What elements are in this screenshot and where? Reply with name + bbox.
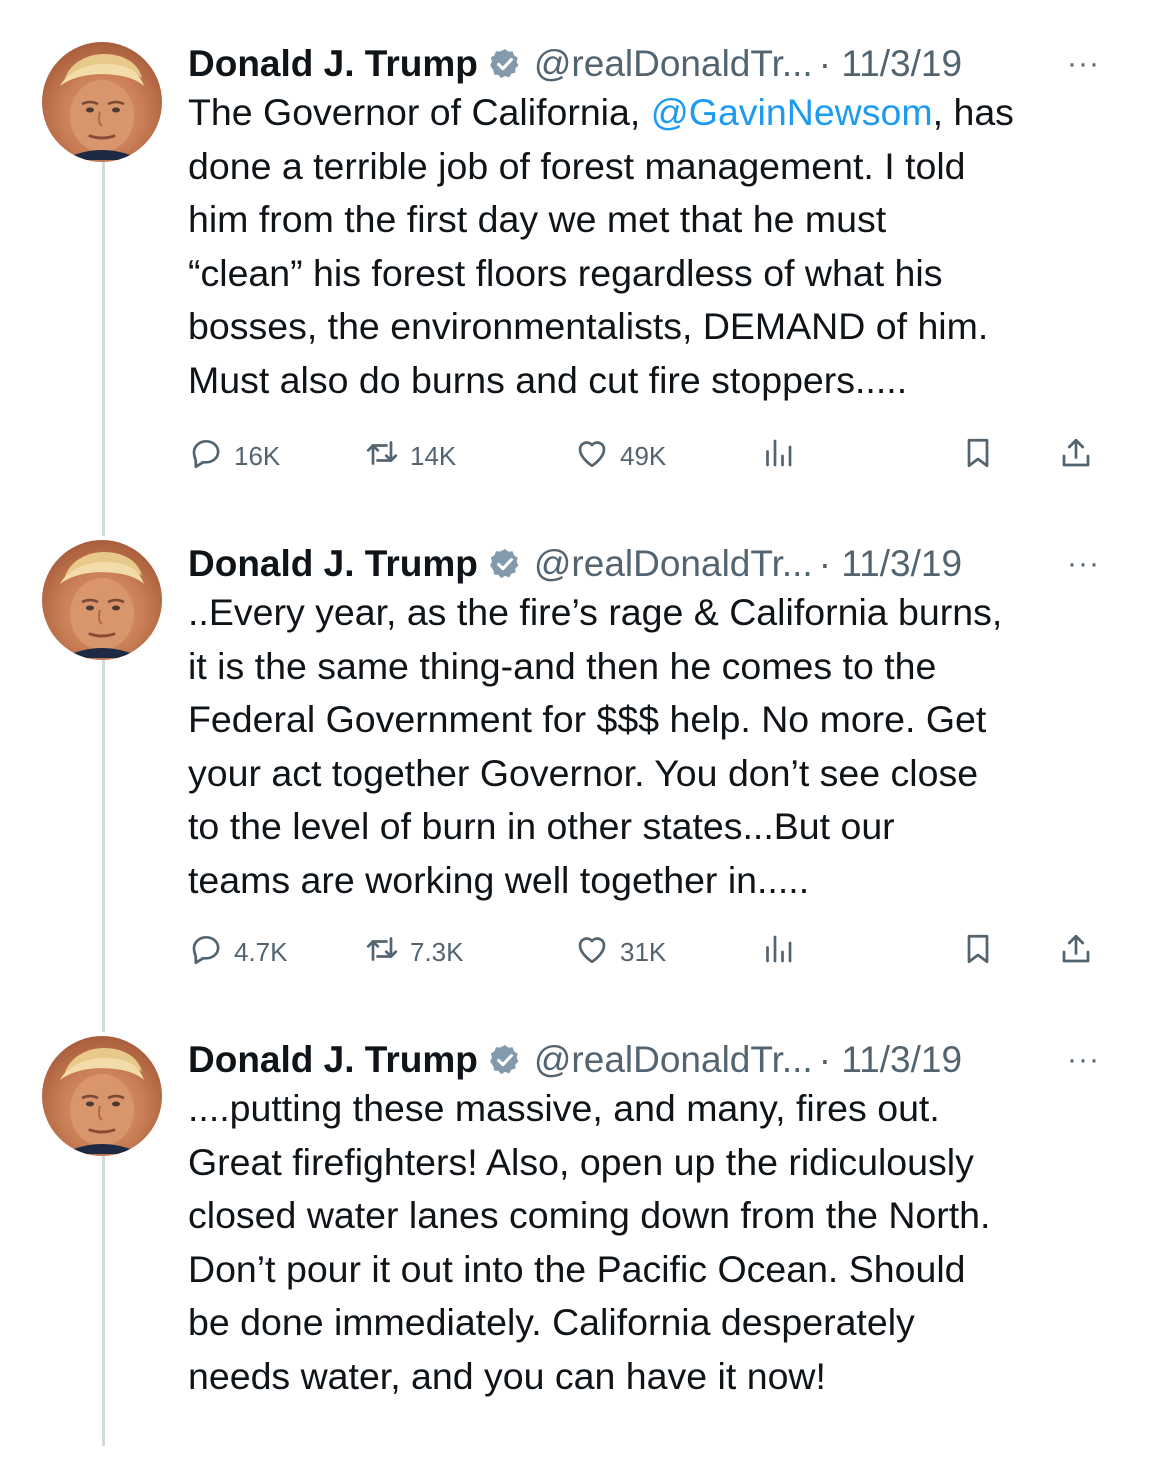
handle[interactable]: @realDonaldTr...: [534, 43, 813, 85]
heart-icon: [574, 435, 620, 478]
display-name[interactable]: Donald J. Trump: [188, 43, 478, 85]
views-button[interactable]: [760, 434, 806, 478]
bookmark-icon: [960, 435, 1006, 478]
handle[interactable]: @realDonaldTr...: [534, 543, 813, 585]
text-segment: The Governor of California,: [188, 91, 651, 133]
tweet-text-line: ..Every year, as the fire’s rage & Calif…: [188, 591, 1003, 633]
tweet-date[interactable]: · 11/3/19: [819, 1039, 962, 1081]
heart-icon: [574, 931, 620, 974]
avatar[interactable]: [42, 540, 162, 660]
tweet-text-line: Great firefighters! Also, open up the ri…: [188, 1140, 974, 1183]
views-icon: [760, 931, 806, 974]
more-options-icon[interactable]: ···: [1067, 536, 1100, 592]
views-button[interactable]: [760, 930, 806, 974]
tweet-text-line: Must also do burns and cut fire stoppers…: [188, 358, 908, 401]
more-options-icon[interactable]: ···: [1067, 1032, 1100, 1088]
like-button[interactable]: 49K: [574, 434, 666, 478]
tweet-header: Donald J. Trump @realDonaldTr... · 11/3/…: [188, 536, 962, 592]
bookmark-icon: [960, 931, 1006, 974]
tweet-header: Donald J. Trump @realDonaldTr... · 11/3/…: [188, 1032, 962, 1088]
tweet-date[interactable]: · 11/3/19: [819, 543, 962, 585]
like-button[interactable]: 31K: [574, 930, 666, 974]
handle[interactable]: @realDonaldTr...: [534, 1039, 813, 1081]
more-options-icon[interactable]: ···: [1067, 36, 1100, 92]
text-segment: , has: [932, 91, 1014, 133]
share-button[interactable]: [1058, 434, 1104, 478]
retweet-button[interactable]: 14K: [364, 434, 456, 478]
share-icon: [1058, 931, 1104, 974]
retweet-count: 14K: [410, 440, 457, 471]
tweet-text-line: your act together Governor. You don’t se…: [188, 751, 979, 794]
mention-link[interactable]: @GavinNewsom: [651, 91, 933, 133]
action-bar: 16K 14K 49K: [188, 434, 1108, 478]
share-button[interactable]: [1058, 930, 1104, 974]
like-count: 31K: [620, 936, 667, 967]
avatar[interactable]: [42, 42, 162, 162]
action-bar: 4.7K 7.3K 31K: [188, 930, 1108, 974]
views-icon: [760, 435, 806, 478]
thread-line: [102, 652, 105, 1032]
tweet-text-line: bosses, the environmentalists, DEMAND of…: [188, 305, 989, 348]
tweet-text-line: it is the same thing-and then he comes t…: [188, 644, 937, 687]
like-count: 49K: [620, 440, 667, 471]
thread-line: [102, 158, 105, 536]
tweet-text-line: him from the first day we met that he mu…: [188, 198, 887, 241]
bookmark-button[interactable]: [960, 434, 1006, 478]
tweet-text-line: Federal Government for $$$ help. No more…: [188, 698, 987, 741]
reply-icon: [188, 435, 234, 478]
tweet-header: Donald J. Trump @realDonaldTr... · 11/3/…: [188, 36, 962, 92]
tweet-text-line: to the level of burn in other states...B…: [188, 805, 895, 848]
verified-badge-icon: [488, 47, 522, 81]
display-name[interactable]: Donald J. Trump: [188, 1039, 478, 1081]
tweet-text-line: Don’t pour it out into the Pacific Ocean…: [188, 1247, 966, 1290]
tweet-date[interactable]: · 11/3/19: [819, 43, 962, 85]
retweet-count: 7.3K: [410, 936, 464, 967]
tweet-text-line: done a terrible job of forest management…: [188, 144, 966, 187]
reply-count: 4.7K: [234, 936, 288, 967]
display-name[interactable]: Donald J. Trump: [188, 543, 478, 585]
retweet-button[interactable]: 7.3K: [364, 930, 464, 974]
share-icon: [1058, 435, 1104, 478]
tweet-text: ..Every year, as the fire’s rage & Calif…: [188, 586, 1108, 908]
tweet-text-line: be done immediately. California desperat…: [188, 1301, 915, 1344]
reply-icon: [188, 931, 234, 974]
tweet-text-line: “clean” his forest floors regardless of …: [188, 251, 943, 294]
reply-count: 16K: [234, 440, 281, 471]
tweet-text: ....putting these massive, and many, fir…: [188, 1082, 1108, 1404]
retweet-icon: [364, 931, 410, 974]
reply-button[interactable]: 4.7K: [188, 930, 288, 974]
verified-badge-icon: [488, 1043, 522, 1077]
tweet-text-line: needs water, and you can have it now!: [188, 1354, 826, 1397]
tweet-text-line: ....putting these massive, and many, fir…: [188, 1087, 940, 1129]
tweet-text-line: The Governor of California, @GavinNewsom…: [188, 86, 1108, 140]
verified-badge-icon: [488, 547, 522, 581]
avatar[interactable]: [42, 1036, 162, 1156]
thread-line: [102, 1146, 105, 1446]
tweet-text: The Governor of California, @GavinNewsom…: [188, 86, 1108, 408]
tweet-text-line: closed water lanes coming down from the …: [188, 1194, 991, 1237]
tweet-text-line: teams are working well together in.....: [188, 858, 810, 901]
reply-button[interactable]: 16K: [188, 434, 280, 478]
retweet-icon: [364, 435, 410, 478]
bookmark-button[interactable]: [960, 930, 1006, 974]
